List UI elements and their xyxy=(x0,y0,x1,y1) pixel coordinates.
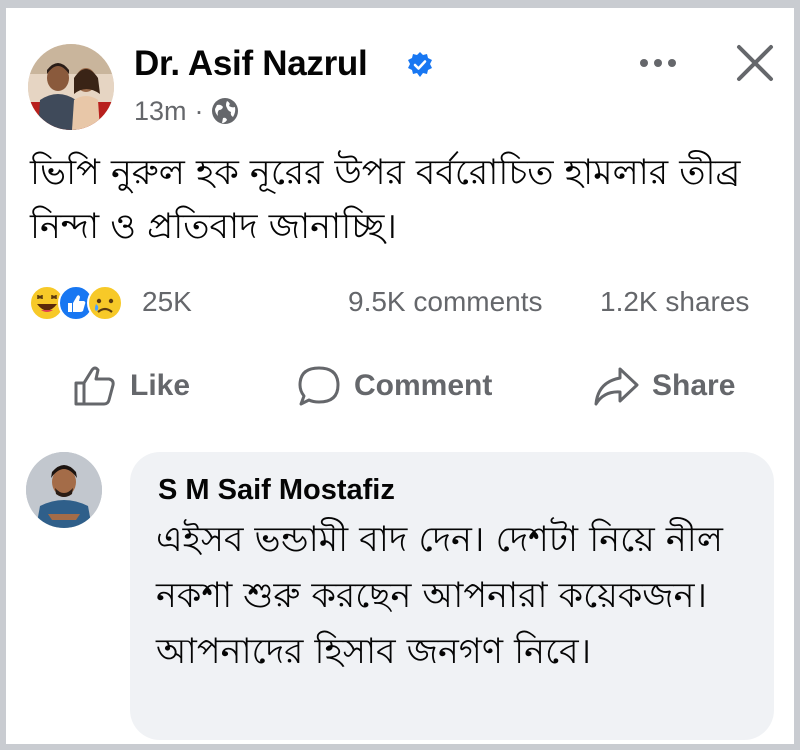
comment-icon xyxy=(298,366,340,406)
share-button[interactable]: Share xyxy=(592,364,735,408)
reaction-icons[interactable] xyxy=(28,284,128,322)
comment-bubble: S M Saif Mostafiz এইসব ভন্ডামী বাদ দেন। … xyxy=(130,452,774,740)
post-text: ভিপি নুরুল হক নূরের উপর বর্বরোচিত হামলার… xyxy=(30,153,741,247)
like-button[interactable]: Like xyxy=(72,364,190,408)
comment-text: এইসব ভন্ডামী বাদ দেন। দেশটা নিয়ে নীল নক… xyxy=(156,520,723,672)
like-label: Like xyxy=(130,369,191,402)
post-meta: 13m · xyxy=(134,94,240,128)
verified-badge-icon xyxy=(408,52,432,77)
sad-reaction-icon xyxy=(87,285,123,321)
comments-count[interactable]: 9.5K comments xyxy=(348,286,543,318)
post-card: Dr. Asif Nazrul 13m · ভিপি নুরুল হক নূরে… xyxy=(6,8,794,744)
shares-count[interactable]: 1.2K shares xyxy=(600,286,749,318)
share-icon xyxy=(594,367,639,406)
more-options-icon[interactable] xyxy=(634,48,682,78)
comment-button[interactable]: Comment xyxy=(296,364,492,408)
commenter-avatar[interactable] xyxy=(26,452,102,528)
post-timestamp[interactable]: 13m xyxy=(134,96,187,127)
globe-icon xyxy=(211,98,238,124)
author-name[interactable]: Dr. Asif Nazrul xyxy=(134,44,368,84)
close-icon[interactable] xyxy=(734,42,776,84)
reactions-count[interactable]: 25K xyxy=(142,286,192,318)
meta-separator: · xyxy=(194,95,204,126)
share-label: Share xyxy=(652,369,736,402)
commenter-name[interactable]: S M Saif Mostafiz xyxy=(158,474,395,507)
comment-label: Comment xyxy=(354,369,493,402)
author-avatar[interactable] xyxy=(28,44,114,130)
like-icon xyxy=(74,366,115,406)
